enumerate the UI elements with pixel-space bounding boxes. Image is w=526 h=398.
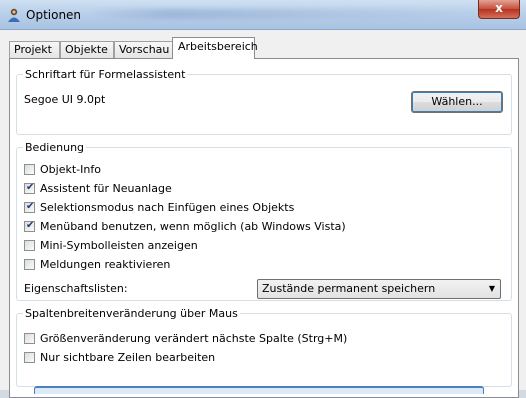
checkbox-nur-sichtbare[interactable]: Nur sichtbare Zeilen bearbeiten	[24, 350, 215, 366]
tab-vorschau[interactable]: Vorschau	[114, 41, 174, 58]
checkbox-label: Nur sichtbare Zeilen bearbeiten	[40, 351, 216, 364]
checkbox-box[interactable]	[24, 258, 35, 270]
chevron-down-icon: ▼	[488, 284, 495, 293]
checkbox-box[interactable]: ✔	[24, 200, 35, 213]
checkbox-mini-symbolleisten[interactable]: Mini-Symbolleisten anzeigen	[24, 238, 198, 254]
title-bar[interactable]: Optionen x	[0, 0, 526, 30]
overlay-frame-edge	[34, 386, 484, 394]
spalten-group: Spaltenbreitenveränderung über Maus Größ…	[16, 307, 512, 387]
property-lists-select[interactable]: Zustände permanent speichern ▼	[257, 279, 501, 299]
checkbox-objekt-info[interactable]: Objekt-Info	[24, 162, 101, 178]
checkbox-label: Objekt-Info	[40, 163, 101, 176]
app-icon	[8, 8, 20, 22]
checkbox-meldungen[interactable]: Meldungen reaktivieren	[24, 257, 170, 273]
checkbox-groessenveraenderung[interactable]: Größenveränderung verändert nächste Spal…	[24, 331, 347, 347]
checkbox-label: Mini-Symbolleisten anzeigen	[40, 239, 198, 252]
checkbox-box[interactable]	[24, 332, 35, 344]
checkbox-label: Menüband benutzen, wenn möglich (ab Wind…	[40, 220, 346, 233]
check-icon: ✔	[26, 219, 35, 231]
bedienung-group: Bedienung Objekt-Info ✔ Assistent für Neu…	[16, 141, 512, 301]
tab-arbeitsbereich[interactable]: Arbeitsbereich	[172, 37, 258, 59]
font-value: Segoe UI 9.0pt	[24, 93, 106, 106]
check-icon: ✔	[26, 200, 35, 212]
checkbox-label: Assistent für Neuanlage	[40, 182, 172, 195]
dialog-client: Projekt Objekte Vorschau Arbeitsbereich …	[0, 30, 526, 398]
close-button[interactable]: x	[478, 0, 520, 19]
checkbox-label: Meldungen reaktivieren	[40, 258, 171, 271]
checkbox-menueband[interactable]: ✔ Menüband benutzen, wenn möglich (ab Win…	[24, 219, 346, 235]
window-title: Optionen	[26, 8, 82, 22]
checkbox-selektionsmodus[interactable]: ✔ Selektionsmodus nach Einfügen eines Obj…	[24, 200, 294, 216]
font-group-legend: Schriftart für Formelassistent	[25, 68, 186, 81]
checkbox-box[interactable]	[24, 239, 35, 251]
bedienung-legend: Bedienung	[25, 141, 85, 154]
font-group: Schriftart für Formelassistent Segoe UI …	[16, 68, 512, 135]
spalten-legend: Spaltenbreitenveränderung über Maus	[25, 307, 238, 320]
checkbox-box[interactable]: ✔	[24, 219, 35, 232]
check-icon: ✔	[26, 181, 35, 193]
checkbox-label: Größenveränderung verändert nächste Spal…	[40, 332, 348, 345]
checkbox-assistent[interactable]: ✔ Assistent für Neuanlage	[24, 181, 172, 197]
checkbox-label: Selektionsmodus nach Einfügen eines Obje…	[40, 201, 295, 214]
tab-projekt[interactable]: Projekt	[9, 41, 60, 58]
choose-font-button[interactable]: Wählen...	[411, 91, 503, 113]
title-bar-blur	[90, 9, 490, 19]
checkbox-box[interactable]	[24, 163, 35, 175]
property-lists-value: Zustände permanent speichern	[262, 282, 436, 295]
checkbox-box[interactable]	[24, 351, 35, 363]
property-lists-label: Eigenschaftslisten:	[24, 282, 128, 295]
tab-panel: Schriftart für Formelassistent Segoe UI …	[9, 58, 519, 398]
checkbox-box[interactable]: ✔	[24, 181, 35, 194]
tab-objekte[interactable]: Objekte	[60, 41, 114, 58]
